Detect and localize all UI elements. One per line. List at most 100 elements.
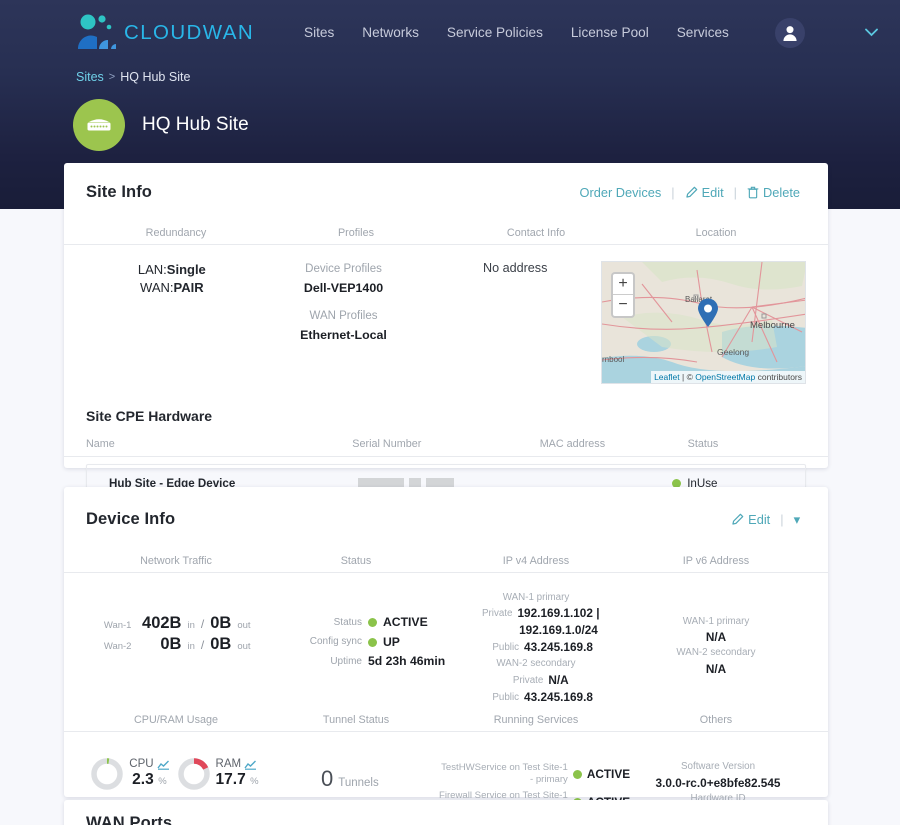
page-title: HQ Hub Site: [142, 114, 249, 135]
device-action-divider: |: [780, 512, 784, 527]
site-cpe-columns: Name Serial Number MAC address Status: [64, 438, 828, 457]
device-values-top: Wan-1 402B in / 0B out Wan-2 0B in / 0B …: [64, 573, 828, 706]
ipv4-secondary-private-value: N/A: [548, 672, 569, 687]
ipv4-primary-title: WAN-1 primary: [502, 592, 570, 603]
column-contact-info: Contact Info: [506, 227, 566, 239]
location-map[interactable]: Ballarat Melbourne Geelong rnbool + − Le…: [601, 261, 807, 384]
ipv4-cell: WAN-1 primary Private 192.169.1.102 | 19…: [446, 591, 626, 706]
wan2-sep: /: [200, 637, 205, 652]
ipv6-secondary-title: WAN-2 secondary: [676, 647, 756, 659]
site-info-values: LAN:Single WAN:PAIR Device Profiles Dell…: [64, 245, 828, 384]
column-network-traffic: Network Traffic: [140, 555, 212, 567]
nav-item-license-pool[interactable]: License Pool: [557, 19, 663, 46]
redundancy-cell: LAN:Single WAN:PAIR: [86, 261, 258, 384]
device-info-title: Device Info: [86, 510, 176, 528]
tunnel-count-row: 0 Tunnels: [262, 766, 438, 792]
device-status-value: ACTIVE: [383, 615, 428, 629]
trash-icon: [747, 186, 759, 199]
action-divider-2: |: [733, 185, 737, 200]
wan-label: WAN:: [140, 280, 174, 296]
top-navbar: CLOUDWAN Sites Networks Service Policies…: [0, 0, 900, 65]
ram-chart-icon[interactable]: [244, 760, 257, 770]
device-more-menu-button[interactable]: ▾: [794, 512, 800, 528]
breadcrumb-link-sites[interactable]: Sites: [76, 70, 104, 84]
ipv4-secondary-public-label: Public: [492, 691, 520, 703]
nav-item-service-policies[interactable]: Service Policies: [433, 19, 557, 46]
wan1-out-unit: out: [237, 620, 251, 631]
device-status-label: Status: [333, 616, 362, 628]
svg-text:rnbool: rnbool: [602, 355, 624, 364]
cpu-unit: %: [158, 776, 167, 788]
service-status: ACTIVE: [586, 767, 631, 782]
wan2-out-unit: out: [237, 640, 251, 652]
leaflet-link[interactable]: Leaflet: [654, 372, 680, 382]
edit-device-label: Edit: [748, 512, 771, 527]
pencil-icon: [685, 186, 697, 198]
device-status-row: Status ACTIVE: [300, 613, 446, 633]
traffic-wan1: Wan-1 402B in / 0B out: [86, 613, 266, 634]
lan-value: Single: [166, 262, 206, 277]
device-status-cell: Status ACTIVE Config sync UP Uptime 5d 2…: [266, 591, 446, 706]
cpu-value: 2.3: [132, 771, 154, 789]
nav-item-sites[interactable]: Sites: [290, 19, 348, 46]
brand-logo[interactable]: CLOUDWAN: [76, 13, 254, 53]
ipv4-primary-private-row2: 192.169.1.0/24: [446, 622, 626, 639]
ipv4-secondary-private-row: Private N/A: [446, 672, 626, 689]
network-traffic-cell: Wan-1 402B in / 0B out Wan-2 0B in / 0B …: [86, 591, 266, 706]
nav-item-networks[interactable]: Networks: [348, 19, 433, 46]
cpu-chart-icon[interactable]: [156, 760, 170, 770]
cpe-column-serial: Serial Number: [352, 438, 422, 450]
account-menu-button[interactable]: [865, 28, 878, 37]
openstreetmap-link[interactable]: OpenStreetMap: [695, 372, 755, 382]
ipv6-secondary-value: N/A: [705, 661, 727, 676]
ram-unit: %: [250, 776, 259, 788]
wan2-in-unit: in: [187, 640, 195, 652]
delete-site-button[interactable]: Delete: [747, 185, 800, 200]
wan-profiles-value: Ethernet-Local: [300, 328, 387, 343]
svg-text:Melbourne: Melbourne: [750, 320, 795, 331]
ipv4-primary-private-row: Private 192.169.1.102 |: [446, 605, 626, 622]
device-info-actions: Edit | ▾: [731, 512, 800, 528]
site-info-columns: Redundancy Profiles Contact Info Locatio…: [64, 227, 828, 245]
user-avatar-button[interactable]: [775, 17, 805, 48]
cpu-name-row: CPU: [129, 758, 169, 771]
app-page: CLOUDWAN Sites Networks Service Policies…: [0, 0, 900, 825]
location-cell: Ballarat Melbourne Geelong rnbool + − Le…: [601, 261, 807, 384]
cpe-column-status: Status: [687, 438, 719, 450]
map-attribution: Leaflet | © OpenStreetMap contributors: [651, 371, 806, 383]
column-tunnel-status: Tunnel Status: [322, 713, 390, 726]
site-info-actions: Order Devices | Edit | Delete: [580, 185, 801, 200]
ram-value-row: 17.7 %: [216, 771, 259, 789]
uptime-label: Uptime: [330, 655, 362, 667]
map-location-pin: [697, 298, 719, 333]
cpu-donut-icon: [91, 758, 124, 790]
edit-site-button[interactable]: Edit: [685, 185, 724, 200]
config-sync-label: Config sync: [309, 636, 362, 648]
site-avatar: [73, 99, 125, 151]
attrib-copyright: ©: [686, 372, 693, 382]
software-version-value: 3.0.0-rc.0+e8bfe82.545: [655, 775, 781, 790]
breadcrumb-current: HQ Hub Site: [120, 70, 191, 84]
nav-item-services[interactable]: Services: [663, 19, 743, 46]
config-sync-value: UP: [383, 634, 400, 649]
svg-text:Geelong: Geelong: [717, 347, 749, 357]
ram-value: 17.7: [215, 771, 246, 789]
map-zoom-out-button[interactable]: −: [613, 295, 633, 316]
device-info-card: Device Info Edit | ▾ Network Traffic Sta…: [64, 487, 828, 825]
ram-gauge-unit: RAM 17.7 %: [176, 756, 259, 792]
uptime-row: Uptime 5d 23h 46min: [300, 652, 446, 672]
wan1-in-value: 402B: [142, 614, 182, 632]
map-zoom-in-button[interactable]: +: [613, 274, 634, 295]
edit-device-button[interactable]: Edit: [731, 512, 770, 527]
order-devices-button[interactable]: Order Devices: [580, 185, 662, 200]
cpu-label: CPU: [129, 758, 154, 771]
device-columns-bottom: CPU/RAM Usage Tunnel Status Running Serv…: [64, 714, 828, 732]
config-sync-dot-icon: [368, 637, 377, 647]
nav-items: Sites Networks Service Policies License …: [290, 19, 743, 46]
ipv6-primary-title: WAN-1 primary: [682, 616, 750, 627]
ipv4-primary-public-row: Public 43.245.169.8: [446, 639, 626, 656]
config-sync-row: Config sync UP: [300, 633, 446, 653]
wan1-sep: /: [200, 617, 205, 631]
column-ipv6: IP v6 Address: [682, 555, 750, 567]
cloudwan-logo-icon: [76, 13, 118, 53]
